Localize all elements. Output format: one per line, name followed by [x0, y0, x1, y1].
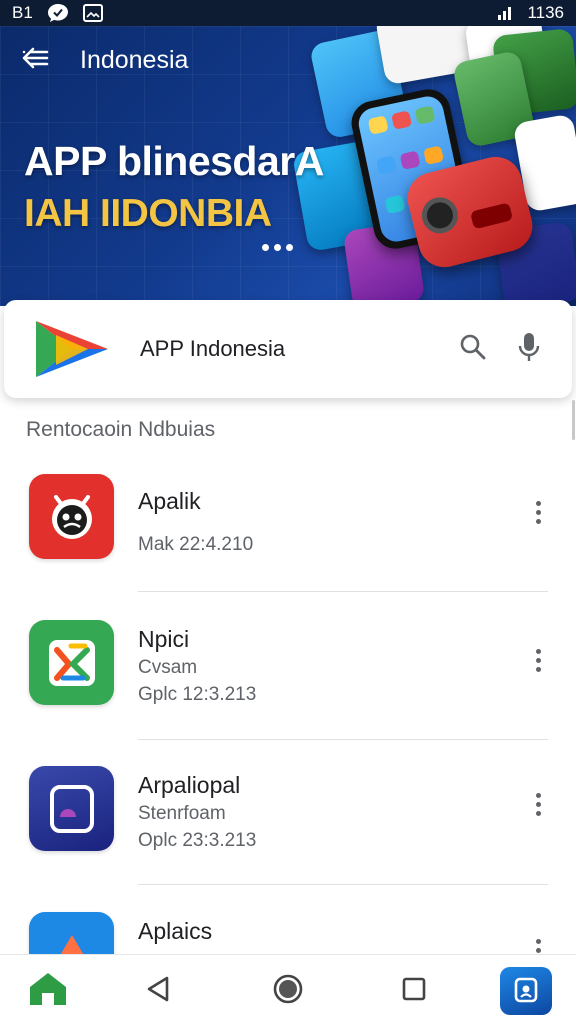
nav-lock-app-button[interactable] — [500, 967, 552, 1015]
back-button[interactable] — [18, 43, 52, 77]
search-button[interactable] — [452, 328, 494, 370]
hero-subline: IAH IIDONBIA — [24, 192, 272, 235]
app-icon — [29, 620, 114, 705]
mic-icon — [518, 332, 540, 367]
more-options-button[interactable] — [520, 494, 556, 530]
list-item[interactable]: Apalik Mak 22:4.210 — [0, 456, 576, 596]
carousel-dots-button[interactable] — [262, 244, 293, 251]
search-icon — [459, 333, 487, 366]
voice-search-button[interactable] — [508, 328, 550, 370]
search-input[interactable]: APP Indonesia — [140, 336, 438, 362]
nav-home-circle-button[interactable] — [264, 967, 312, 1015]
app-store-logo — [32, 315, 110, 383]
arrow-left-icon — [21, 47, 49, 74]
app-version: Mak 22:4.210 — [138, 534, 254, 555]
nav-home-button[interactable] — [24, 967, 72, 1015]
hero-banner: Indonesia APP blinesdarA IAH IIDONBIA — [0, 26, 576, 306]
image-icon — [82, 4, 103, 22]
scrollbar[interactable] — [572, 400, 575, 440]
lock-app-icon — [511, 974, 541, 1009]
status-time: B1 — [12, 3, 33, 22]
search-card[interactable]: APP Indonesia — [4, 300, 572, 398]
section-title: Rentocaoin Ndbuias — [26, 418, 216, 441]
status-right-text: 1136 — [527, 3, 564, 22]
app-subtitle: Cvsam — [138, 657, 198, 678]
status-right: 1136 — [497, 3, 564, 23]
app-name: Aplaics — [138, 918, 213, 944]
divider — [138, 739, 548, 740]
nav-recents-button[interactable] — [390, 967, 438, 1015]
nav-back-button[interactable] — [134, 967, 182, 1015]
app-icon — [29, 474, 114, 559]
bottom-nav — [0, 954, 576, 1024]
status-left: B1 — [12, 3, 103, 23]
more-options-button[interactable] — [520, 786, 556, 822]
divider — [138, 591, 548, 592]
app-name: Arpaliopal — [138, 772, 241, 798]
app-name: Apalik — [138, 488, 201, 514]
recents-square-icon — [401, 976, 427, 1007]
chat-bubble-icon — [47, 3, 69, 23]
page-title: Indonesia — [80, 45, 189, 74]
divider — [138, 884, 548, 885]
home-circle-icon — [272, 973, 304, 1010]
list-item[interactable]: Npici Cvsam Gplc 12:3.213 — [0, 604, 576, 744]
dots-icon — [262, 244, 269, 251]
status-bar: B1 1136 — [0, 0, 576, 26]
app-subtitle: Stenrfoam — [138, 803, 226, 824]
more-options-button[interactable] — [520, 642, 556, 678]
home-icon — [27, 971, 69, 1012]
signal-icon — [497, 5, 513, 21]
app-icon — [29, 766, 114, 851]
hero-headline: APP blinesdarA — [24, 138, 324, 184]
list-item[interactable]: Arpaliopal Stenrfoam Oplc 23:3.213 — [0, 752, 576, 892]
hero-topbar: Indonesia — [0, 40, 576, 80]
app-version: Oplc 23:3.213 — [138, 830, 257, 851]
app-name: Npici — [138, 626, 190, 652]
back-triangle-icon — [145, 975, 171, 1008]
app-version: Gplc 12:3.213 — [138, 684, 257, 705]
